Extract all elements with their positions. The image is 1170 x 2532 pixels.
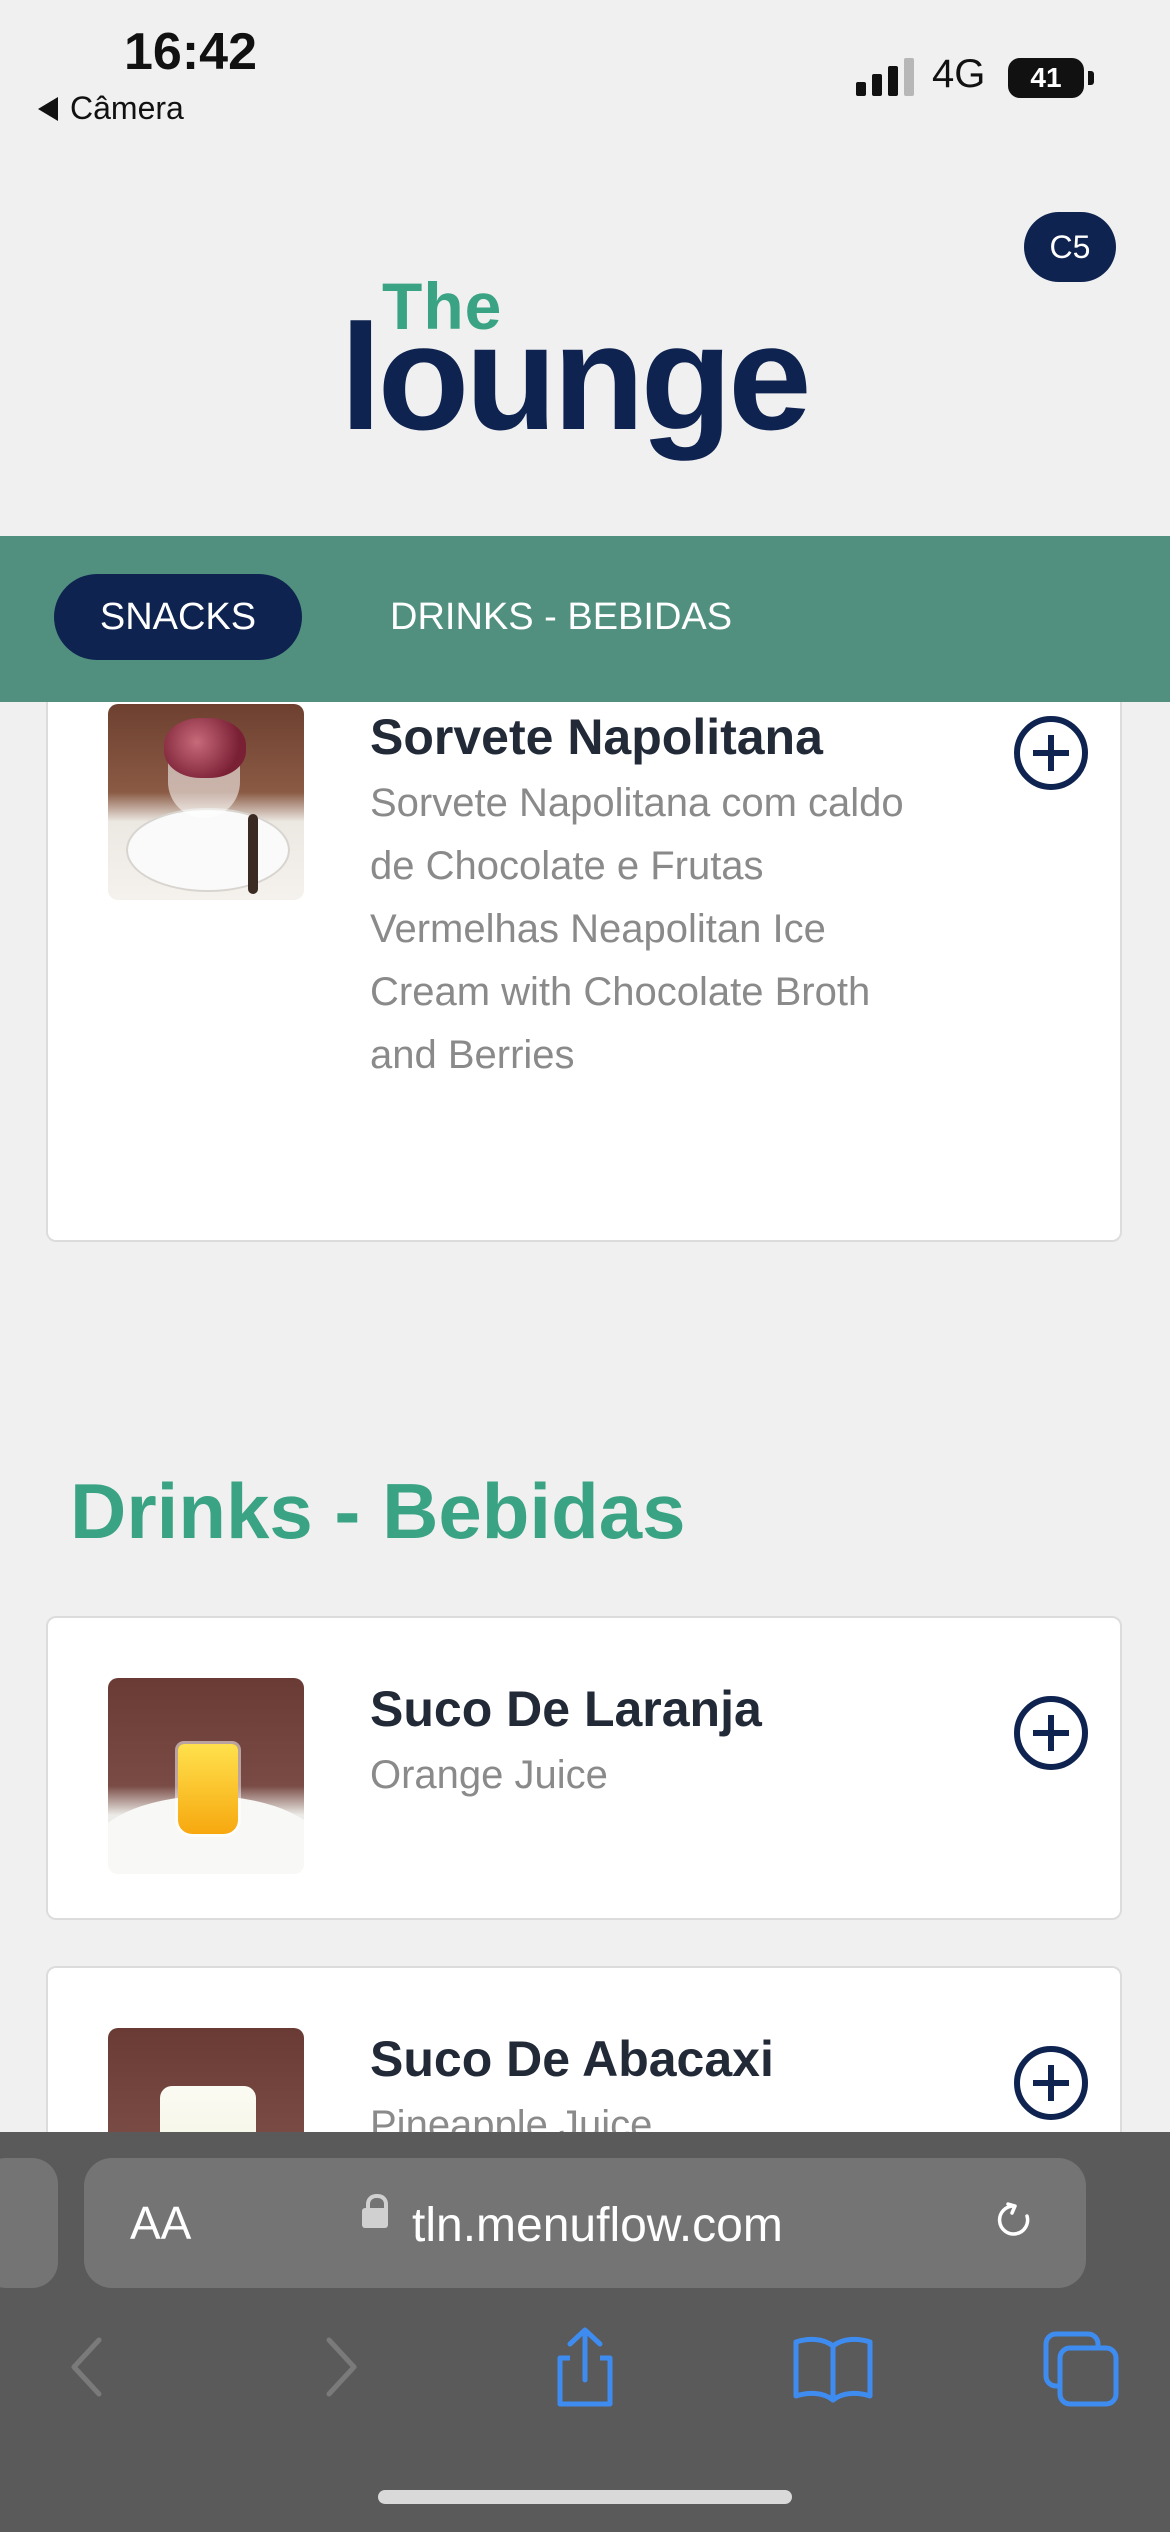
item-name: Suco De Laranja (370, 1681, 762, 1737)
menu-item-card[interactable]: Suco De Abacaxi Pineapple Juice (46, 1966, 1122, 2132)
add-item-icon[interactable] (1014, 1696, 1088, 1770)
tab-snacks[interactable]: SNACKS (54, 574, 302, 660)
back-icon[interactable] (44, 2322, 134, 2412)
orange-juice-photo (108, 1678, 304, 1874)
cellular-signal-icon (856, 58, 914, 96)
back-to-app-link[interactable]: Câmera (38, 90, 184, 127)
forward-icon[interactable] (294, 2322, 384, 2412)
network-type: 4G (932, 52, 986, 96)
item-description: Orange Juice (370, 1753, 608, 1797)
section-title-drinks: Drinks - Bebidas (70, 1467, 686, 1555)
status-bar: 16:42 Câmera 4G 41 (0, 0, 1170, 150)
battery-level: 41 (1030, 62, 1062, 93)
tabs-icon[interactable] (1036, 2322, 1126, 2412)
address-bar[interactable]: AA tln.menuflow.com (84, 2158, 1086, 2288)
menu-item-card[interactable]: Suco De Laranja Orange Juice (46, 1616, 1122, 1920)
menu-content[interactable]: Sorvete Napolitana Sorvete Napolitana co… (0, 702, 1170, 2132)
pineapple-juice-photo (108, 2028, 304, 2132)
reload-icon[interactable] (994, 2200, 1034, 2240)
item-name: Sorvete Napolitana (370, 709, 823, 765)
text-size-button[interactable]: AA (130, 2196, 191, 2250)
bookmarks-icon[interactable] (788, 2322, 878, 2412)
browser-toolbar (0, 2322, 1170, 2442)
battery-cap (1088, 71, 1094, 85)
share-icon[interactable] (540, 2322, 630, 2412)
url-text[interactable]: tln.menuflow.com (412, 2198, 783, 2253)
logo-lounge-text: lounge (340, 293, 812, 461)
add-item-icon[interactable] (1014, 2046, 1088, 2120)
category-nav: SNACKS DRINKS - BEBIDAS (0, 536, 1170, 702)
table-code-badge[interactable]: C5 (1024, 212, 1116, 282)
lock-icon (362, 2194, 388, 2228)
back-triangle-icon (38, 96, 58, 121)
add-item-icon[interactable] (1014, 716, 1088, 790)
browser-bottom-bar: AA tln.menuflow.com (0, 2132, 1170, 2532)
item-description: Pineapple Juice (370, 2103, 653, 2132)
tab-drinks[interactable]: DRINKS - BEBIDAS (390, 574, 732, 660)
the-lounge-logo: The lounge (340, 268, 830, 458)
menu-item-card[interactable]: Sorvete Napolitana Sorvete Napolitana co… (46, 702, 1122, 1242)
previous-tab-peek[interactable] (0, 2158, 58, 2288)
home-indicator[interactable] (378, 2490, 792, 2504)
status-time: 16:42 (124, 23, 257, 81)
ice-cream-photo (108, 704, 304, 900)
back-app-label: Câmera (70, 90, 184, 126)
battery-icon: 41 (1008, 58, 1084, 98)
item-name: Suco De Abacaxi (370, 2031, 774, 2087)
item-description: Sorvete Napolitana com caldo de Chocolat… (370, 781, 904, 1077)
